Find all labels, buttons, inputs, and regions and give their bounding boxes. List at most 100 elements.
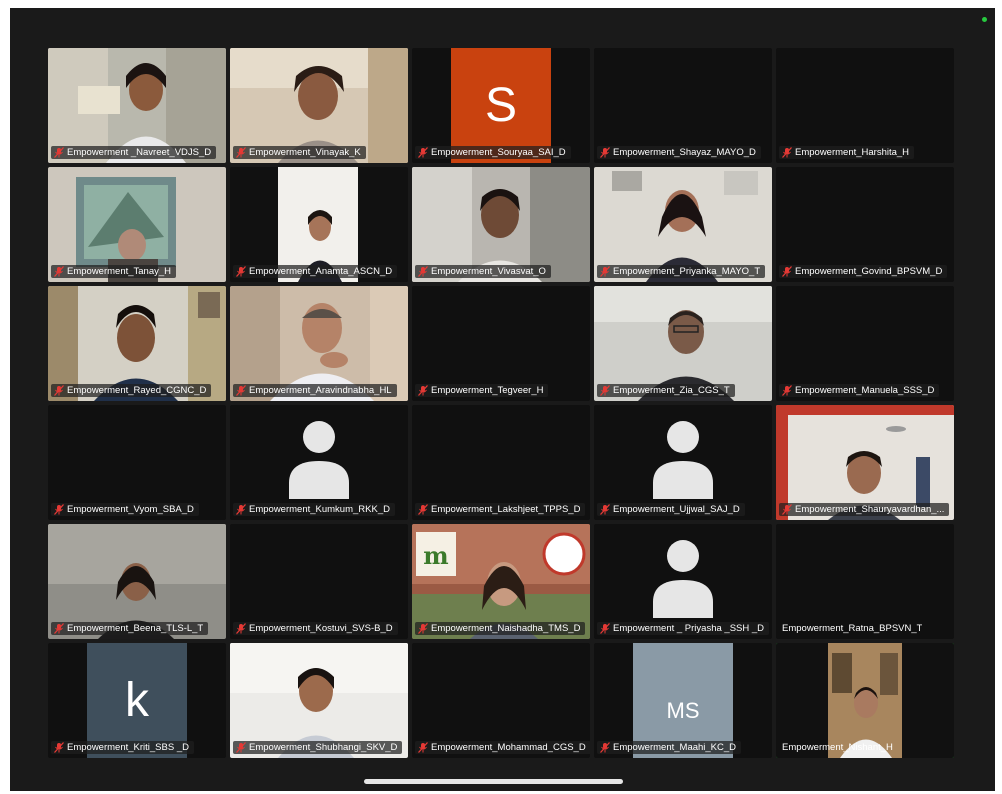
participant-tile[interactable]: Empowerment_Vivasvat_O — [412, 167, 590, 282]
participant-nameplate: Empowerment_Maahi_KC_D — [597, 741, 742, 754]
participant-nameplate: Empowerment_Govind_BPSVM_D — [779, 265, 948, 278]
participant-tile[interactable]: Empowerment_Shauryavardhan_... — [776, 405, 954, 520]
participant-nameplate: Empowerment_Tanay_H — [51, 265, 177, 278]
participant-tile[interactable]: MS Empowerment_Maahi_KC_D — [594, 643, 772, 758]
participant-tile[interactable]: Empowerment_Kumkum_RKK_D — [230, 405, 408, 520]
participant-nameplate: Empowerment_Priyanka_MAYO_T — [597, 265, 766, 278]
participant-tile[interactable]: Empowerment_Harshita_H — [776, 48, 954, 163]
participant-nameplate: Empowerment _ Priyasha _SSH _D — [597, 622, 770, 635]
participant-tile[interactable]: Empowerment_Shubhangi_SKV_D — [230, 643, 408, 758]
participant-nameplate: Empowerment_Tegveer_H — [415, 384, 549, 397]
participant-nameplate: Empowerment_Anamta_ASCN_D — [233, 265, 398, 278]
participant-tile[interactable]: Empowerment_Kostuvi_SVS-B_D — [230, 524, 408, 639]
mic-off-icon — [418, 147, 428, 158]
mic-off-icon — [600, 623, 610, 634]
mic-off-icon — [236, 623, 246, 634]
participant-name: Empowerment_Shayaz_MAYO_D — [613, 147, 756, 158]
participant-nameplate: Empowerment_Naishadha_TMS_D — [415, 622, 586, 635]
participant-tile[interactable]: Empowerment_Nishant_H — [776, 643, 954, 758]
participant-tile[interactable]: Empowerment_Ujjwal_SAJ_D — [594, 405, 772, 520]
mic-off-icon — [418, 504, 428, 515]
participant-nameplate: Empowerment_Shubhangi_SKV_D — [233, 741, 403, 754]
person-icon — [653, 421, 713, 499]
participant-name: Empowerment_Zia_CGS_T — [613, 385, 730, 396]
participant-name: Empowerment_Vinayak_K — [249, 147, 361, 158]
participant-tile[interactable]: k Empowerment_Kriti_SBS _D — [48, 643, 226, 758]
mic-off-icon — [54, 147, 64, 158]
participant-tile[interactable]: Empowerment_Tanay_H — [48, 167, 226, 282]
participant-name: Empowerment_Maahi_KC_D — [613, 742, 737, 753]
participant-nameplate: Empowerment_Ujjwal_SAJ_D — [597, 503, 745, 516]
participant-tile[interactable]: Empowerment_Vyom_SBA_D — [48, 405, 226, 520]
participant-nameplate: Empowerment_Vinayak_K — [233, 146, 366, 159]
participant-tile[interactable]: Empowerment_Mohammad_CGS_D — [412, 643, 590, 758]
participant-tile[interactable]: Empowerment _ Priyasha _SSH _D — [594, 524, 772, 639]
participant-name: Empowerment_Aravindnabha_HL — [249, 385, 392, 396]
participant-nameplate: Empowerment_Shauryavardhan_... — [779, 503, 950, 516]
participant-name: Empowerment_Lakshjeet_TPPS_D — [431, 504, 581, 515]
participant-nameplate: Empowerment_Beena_TLS-L_T — [51, 622, 209, 635]
person-icon — [653, 540, 713, 618]
home-indicator[interactable] — [364, 779, 623, 784]
mic-off-icon — [54, 266, 64, 277]
mic-off-icon — [600, 266, 610, 277]
participant-tile[interactable]: Empowerment_Vinayak_K — [230, 48, 408, 163]
mic-off-icon — [600, 147, 610, 158]
participant-tile[interactable]: Empowerment_Lakshjeet_TPPS_D — [412, 405, 590, 520]
mic-off-icon — [236, 742, 246, 753]
mic-off-icon — [54, 742, 64, 753]
participant-name: Empowerment_Tegveer_H — [431, 385, 544, 396]
participant-tile[interactable]: Empowerment_Anamta_ASCN_D — [230, 167, 408, 282]
participant-tile[interactable]: Empowerment_Beena_TLS-L_T — [48, 524, 226, 639]
mic-off-icon — [236, 385, 246, 396]
mic-off-icon — [418, 385, 428, 396]
mic-off-icon — [782, 504, 792, 515]
participant-name: Empowerment_Vivasvat_O — [431, 266, 546, 277]
participant-tile[interactable]: Empowerment_Govind_BPSVM_D — [776, 167, 954, 282]
participant-name: Empowerment_Kumkum_RKK_D — [249, 504, 390, 515]
participant-tile[interactable]: Empowerment_Ratna_BPSVN_T — [776, 524, 954, 639]
participant-nameplate: Empowerment_Lakshjeet_TPPS_D — [415, 503, 586, 516]
mic-off-icon — [236, 147, 246, 158]
participant-nameplate: Empowerment_Rayed_CGNC_D — [51, 384, 212, 397]
participant-name: Empowerment_Souryaa_SAI_D — [431, 147, 566, 158]
participant-tile[interactable]: Empowerment_Rayed_CGNC_D — [48, 286, 226, 401]
mic-off-icon — [418, 742, 428, 753]
mic-off-icon — [54, 504, 64, 515]
gallery-grid: Empowerment _Navreet_VDJS_D Empowerment_V… — [48, 48, 954, 758]
participant-tile[interactable]: m Empowerment_Naishadha_TMS_D — [412, 524, 590, 639]
participant-tile[interactable]: Empowerment_Aravindnabha_HL — [230, 286, 408, 401]
participant-tile[interactable]: Empowerment_Tegveer_H — [412, 286, 590, 401]
participant-nameplate: Empowerment_Souryaa_SAI_D — [415, 146, 571, 159]
participant-nameplate: Empowerment_Harshita_H — [779, 146, 915, 159]
participant-tile[interactable]: Empowerment_Priyanka_MAYO_T — [594, 167, 772, 282]
participant-name: Empowerment_Tanay_H — [67, 266, 172, 277]
mic-off-icon — [418, 266, 428, 277]
participant-name: Empowerment_Shauryavardhan_... — [795, 504, 945, 515]
participant-name: Empowerment_Vyom_SBA_D — [67, 504, 194, 515]
participant-tile[interactable]: Empowerment_Zia_CGS_T — [594, 286, 772, 401]
recording-status-dot — [982, 17, 987, 22]
mic-off-icon — [600, 742, 610, 753]
person-icon — [289, 421, 349, 499]
participant-name: Empowerment_Rayed_CGNC_D — [67, 385, 207, 396]
participant-nameplate: Empowerment_Zia_CGS_T — [597, 384, 735, 397]
mic-off-icon — [54, 623, 64, 634]
mic-off-icon — [782, 147, 792, 158]
participant-name: Empowerment_Ujjwal_SAJ_D — [613, 504, 740, 515]
participant-name: Empowerment_Nishant_H — [782, 742, 893, 753]
participant-name: Empowerment_Shubhangi_SKV_D — [249, 742, 398, 753]
participant-tile[interactable]: Empowerment_Manuela_SSS_D — [776, 286, 954, 401]
participant-nameplate: Empowerment_Manuela_SSS_D — [779, 384, 940, 397]
participant-name: Empowerment_Ratna_BPSVN_T — [782, 623, 923, 634]
participant-nameplate: Empowerment_Nishant_H — [779, 741, 898, 754]
participant-nameplate: Empowerment_Aravindnabha_HL — [233, 384, 397, 397]
mic-off-icon — [236, 266, 246, 277]
participant-tile[interactable]: S Empowerment_Souryaa_SAI_D — [412, 48, 590, 163]
mic-off-icon — [236, 504, 246, 515]
participant-nameplate: Empowerment_Ratna_BPSVN_T — [779, 622, 927, 635]
participant-tile[interactable]: Empowerment _Navreet_VDJS_D — [48, 48, 226, 163]
participant-name: Empowerment_Manuela_SSS_D — [795, 385, 935, 396]
participant-tile[interactable]: Empowerment_Shayaz_MAYO_D — [594, 48, 772, 163]
participant-nameplate: Empowerment_Kumkum_RKK_D — [233, 503, 395, 516]
